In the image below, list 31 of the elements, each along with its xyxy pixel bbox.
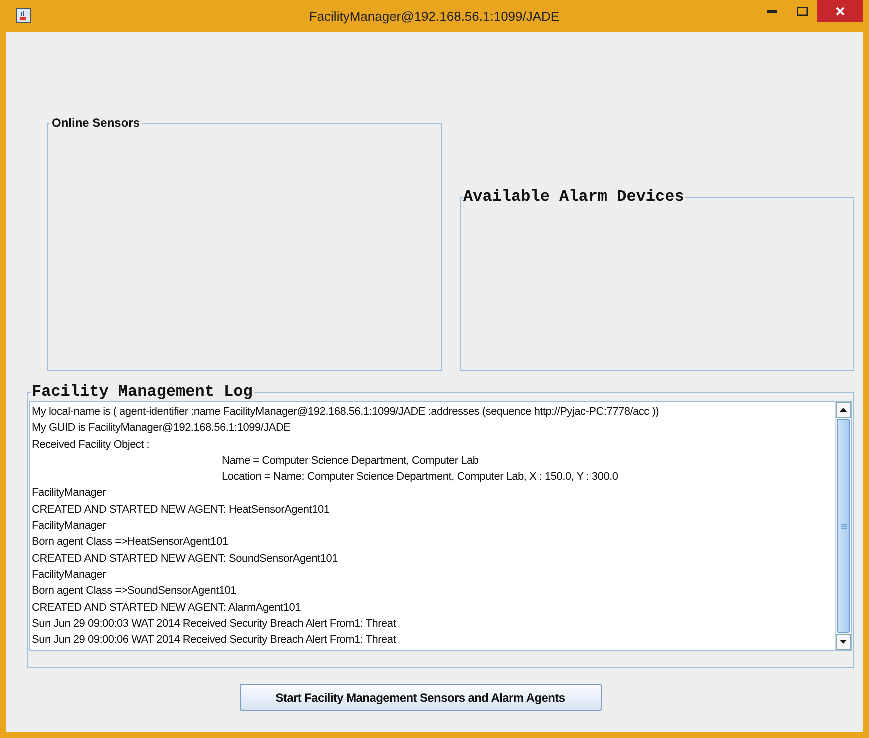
log-line: CREATED AND STARTED NEW AGENT: HeatSensorAgent101 bbox=[32, 502, 331, 518]
down-arrow-icon bbox=[840, 640, 847, 644]
log-line: My local-name is ( agent-identifier :name FacilityManager@192.168.56.1:1099/JADE :addresses (sequence http://Pyjac-PC:7778/acc )) bbox=[32, 405, 660, 420]
log-line: CREATED AND STARTED NEW AGENT: SoundSensorAgent101 bbox=[32, 552, 340, 567]
log-line: FacilityManager bbox=[32, 519, 107, 534]
up-arrow-icon bbox=[840, 408, 847, 412]
scroll-down-button[interactable] bbox=[836, 634, 851, 650]
log-line: Sun Jun 29 09:00:06 WAT 2014 Received Security Breach Alert From1: Threat bbox=[32, 633, 398, 648]
log-line: CREATED AND STARTED NEW AGENT: AlarmAgent101 bbox=[32, 600, 302, 616]
minimize-icon bbox=[767, 10, 777, 12]
log-line: My GUID is FacilityManager@192.168.56.1:1099/JADE bbox=[32, 421, 292, 436]
window-title: FacilityManager@192.168.56.1:1099/JADE bbox=[309, 8, 560, 24]
close-button[interactable] bbox=[817, 0, 863, 22]
log-line: Location = Name: Computer Science Department, Computer Lab, X : 150.0, Y : 300.0 bbox=[221, 470, 620, 486]
scroll-thumb[interactable] bbox=[837, 419, 850, 634]
log-line: FacilityManager bbox=[32, 568, 107, 583]
start-agents-button[interactable]: Start Facility Management Sensors and Alarm Agents bbox=[240, 684, 602, 711]
panel-title: Facility Management Log bbox=[31, 383, 254, 401]
panel-title: Online Sensors bbox=[51, 116, 142, 130]
log-line: FacilityManager bbox=[32, 486, 107, 502]
log-line: Name = Computer Science Department, Computer Lab bbox=[221, 454, 480, 469]
scroll-bar[interactable] bbox=[835, 402, 851, 650]
scroll-up-button[interactable] bbox=[836, 402, 851, 418]
grip-icon bbox=[840, 524, 846, 529]
log-line: Sun Jun 29 09:00:03 WAT 2014 Received Security Breach Alert From1: Threat bbox=[32, 616, 398, 632]
log-line: Born agent Class =>SoundSensorAgent101 bbox=[32, 584, 238, 600]
log-line: Born agent Class =>HeatSensorAgent101 bbox=[32, 535, 230, 550]
panel-title: Available Alarm Devices bbox=[462, 188, 686, 206]
close-icon bbox=[836, 6, 844, 16]
maximize-icon bbox=[796, 6, 808, 16]
log-line: Received Facility Object : bbox=[32, 438, 151, 453]
